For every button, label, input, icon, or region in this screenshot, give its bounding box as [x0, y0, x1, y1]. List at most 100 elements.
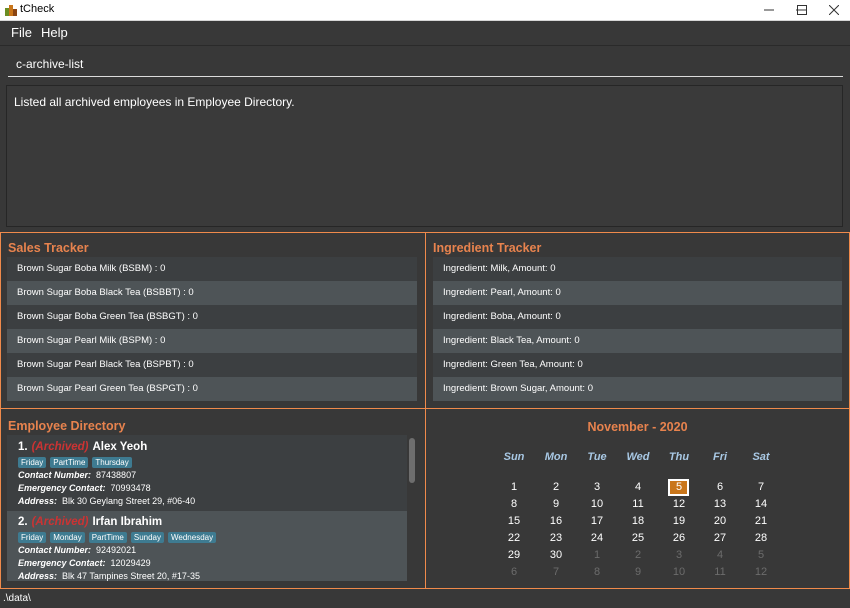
calendar-day-other-month[interactable]: 1: [577, 549, 617, 561]
sales-tracker-title: Sales Tracker: [8, 241, 89, 255]
calendar-day[interactable]: 22: [494, 532, 534, 544]
calendar-day-other-month[interactable]: 11: [700, 566, 740, 578]
app-icon: [5, 5, 17, 16]
command-box: [0, 45, 850, 82]
ingredient-row[interactable]: Ingredient: Black Tea, Amount: 0: [433, 329, 842, 353]
calendar-day[interactable]: 27: [700, 532, 740, 544]
sales-row[interactable]: Brown Sugar Boba Black Tea (BSBBT) : 0: [7, 281, 417, 305]
sales-row[interactable]: Brown Sugar Pearl Green Tea (BSPGT) : 0: [7, 377, 417, 401]
calendar-day[interactable]: 19: [659, 515, 699, 527]
address-label: Address:: [18, 571, 58, 581]
day-of-week-label: Thu: [668, 451, 690, 463]
employee-tags: Friday Monday PartTime Sunday Wednesday: [18, 532, 217, 543]
tag: PartTime: [50, 457, 89, 468]
calendar-day[interactable]: 20: [700, 515, 740, 527]
calendar-day[interactable]: 14: [741, 498, 781, 510]
calendar-day-other-month[interactable]: 4: [700, 549, 740, 561]
calendar-day-other-month[interactable]: 3: [659, 549, 699, 561]
calendar-day[interactable]: 9: [536, 498, 576, 510]
calendar-day[interactable]: 10: [577, 498, 617, 510]
archived-label: (Archived): [31, 441, 89, 453]
calendar-day[interactable]: 2: [536, 481, 576, 493]
calendar-day[interactable]: 5: [659, 481, 699, 493]
menu-help[interactable]: Help: [41, 25, 68, 40]
employee-list-scrollbar[interactable]: [409, 438, 415, 483]
result-display: Listed all archived employees in Employe…: [6, 85, 843, 227]
employee-directory-title: Employee Directory: [8, 419, 126, 433]
status-bar: .\data\: [0, 588, 850, 608]
calendar-day[interactable]: 12: [659, 498, 699, 510]
result-display-container: Listed all archived employees in Employe…: [0, 82, 850, 232]
employee-card[interactable]: 1. (Archived) Alex Yeoh Friday PartTime Th…: [7, 435, 407, 511]
employee-card[interactable]: 2. (Archived) Irfan Ibrahim Friday Monday …: [7, 511, 407, 581]
contact-number: Contact Number: 87438807: [18, 470, 136, 480]
menu-bar: File Help: [0, 21, 850, 45]
calendar-day[interactable]: 13: [700, 498, 740, 510]
calendar-day[interactable]: 24: [577, 532, 617, 544]
tag: Monday: [50, 532, 85, 543]
calendar-day-other-month[interactable]: 5: [741, 549, 781, 561]
employee-name: Alex Yeoh: [92, 441, 148, 453]
tag: Wednesday: [168, 532, 217, 543]
calendar-day[interactable]: 18: [618, 515, 658, 527]
calendar-day-other-month[interactable]: 7: [536, 566, 576, 578]
sales-row[interactable]: Brown Sugar Pearl Milk (BSPM) : 0: [7, 329, 417, 353]
calendar-day[interactable]: 15: [494, 515, 534, 527]
address: Address: Blk 47 Tampines Street 20, #17-…: [18, 571, 200, 581]
calendar-day-other-month[interactable]: 9: [618, 566, 658, 578]
calendar-day[interactable]: 23: [536, 532, 576, 544]
calendar-title: November - 2020: [587, 420, 688, 434]
ingredient-row[interactable]: Ingredient: Boba, Amount: 0: [433, 305, 842, 329]
menu-file[interactable]: File: [11, 25, 32, 40]
calendar-day[interactable]: 1: [494, 481, 534, 493]
calendar-day[interactable]: 26: [659, 532, 699, 544]
calendar-day-other-month[interactable]: 2: [618, 549, 658, 561]
calendar-day-other-month[interactable]: 12: [741, 566, 781, 578]
calendar-day[interactable]: 7: [741, 481, 781, 493]
calendar-day-other-month[interactable]: 6: [494, 566, 534, 578]
address-value: Blk 30 Geylang Street 29, #06-40: [62, 496, 196, 506]
sales-row[interactable]: Brown Sugar Boba Green Tea (BSBGT) : 0: [7, 305, 417, 329]
calendar-day[interactable]: 29: [494, 549, 534, 561]
contact-label: Contact Number:: [18, 470, 92, 480]
day-of-week-label: Sat: [752, 451, 770, 463]
calendar-day[interactable]: 25: [618, 532, 658, 544]
command-input[interactable]: [8, 52, 843, 77]
sales-row[interactable]: Brown Sugar Boba Milk (BSBM) : 0: [7, 257, 417, 281]
ingredient-tracker-title: Ingredient Tracker: [433, 241, 542, 255]
ingredient-row[interactable]: Ingredient: Milk, Amount: 0: [433, 257, 842, 281]
sales-row[interactable]: Brown Sugar Pearl Black Tea (BSPBT) : 0: [7, 353, 417, 377]
window-title: tCheck: [20, 3, 55, 15]
maximize-icon: [797, 5, 807, 15]
tag: Sunday: [130, 532, 164, 543]
calendar-day[interactable]: 6: [700, 481, 740, 493]
employee-name: Irfan Ibrahim: [92, 516, 163, 528]
emergency-contact: Emergency Contact: 12029429: [18, 558, 151, 568]
calendar-day[interactable]: 28: [741, 532, 781, 544]
emergency-label: Emergency Contact:: [18, 558, 106, 568]
calendar-day[interactable]: 8: [494, 498, 534, 510]
ingredient-row[interactable]: Ingredient: Pearl, Amount: 0: [433, 281, 842, 305]
calendar-day[interactable]: 11: [618, 498, 658, 510]
close-button[interactable]: [818, 0, 850, 21]
calendar-day[interactable]: 3: [577, 481, 617, 493]
employee-name-line: 2. (Archived) Irfan Ibrahim: [18, 516, 162, 528]
maximize-button[interactable]: [785, 0, 817, 21]
ingredient-row[interactable]: Ingredient: Brown Sugar, Amount: 0: [433, 377, 842, 401]
title-bar: tCheck: [0, 0, 850, 21]
tag: Friday: [18, 532, 47, 543]
calendar-day-other-month[interactable]: 8: [577, 566, 617, 578]
day-of-week-label: Mon: [544, 451, 568, 463]
emergency-label: Emergency Contact:: [18, 483, 106, 493]
calendar-day[interactable]: 21: [741, 515, 781, 527]
calendar-day[interactable]: 16: [536, 515, 576, 527]
address-value: Blk 47 Tampines Street 20, #17-35: [62, 571, 200, 581]
minimize-button-area[interactable]: [752, 0, 784, 21]
archived-label: (Archived): [31, 516, 89, 528]
calendar-day[interactable]: 30: [536, 549, 576, 561]
calendar-day[interactable]: 17: [577, 515, 617, 527]
ingredient-row[interactable]: Ingredient: Green Tea, Amount: 0: [433, 353, 842, 377]
day-of-week-label: Fri: [712, 451, 728, 463]
calendar-day[interactable]: 4: [618, 481, 658, 493]
calendar-day-other-month[interactable]: 10: [659, 566, 699, 578]
